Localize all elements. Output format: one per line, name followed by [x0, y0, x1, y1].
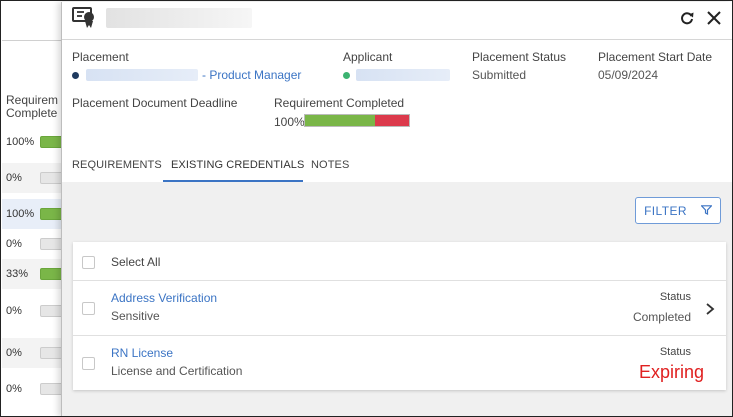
chevron-right-icon[interactable] [704, 302, 716, 316]
row-percent: 0% [6, 238, 22, 250]
tab-notes[interactable]: NOTES [303, 152, 357, 182]
row-percent: 100% [6, 208, 35, 220]
filter-label: FILTER [644, 203, 687, 218]
progress-complete-segment [305, 115, 375, 126]
credential-title-link[interactable]: Address Verification [111, 291, 217, 305]
drawer-title-redacted [106, 8, 252, 28]
requirement-progress-bar [304, 114, 410, 127]
credential-badge-icon [72, 6, 98, 30]
credential-status-label: Status [659, 291, 691, 303]
credential-category: Sensitive [111, 309, 160, 323]
background-list: Requirem Complete 100% 0% 100% 0% 33% 0% [2, 2, 64, 416]
row-percent: 0% [6, 347, 22, 359]
document-deadline-label: Placement Document Deadline [72, 96, 238, 110]
select-all-label: Select All [111, 255, 161, 269]
background-row[interactable]: 100% [2, 127, 64, 157]
background-row[interactable]: 0% [2, 296, 64, 326]
close-icon[interactable] [704, 8, 724, 28]
placement-dot [72, 72, 79, 79]
credential-category: License and Certification [111, 364, 243, 378]
placement-start-date-value: 05/09/2024 [598, 68, 659, 82]
select-all-row: Select All [73, 242, 726, 281]
row-percent: 0% [6, 383, 22, 395]
requirement-completed-label: Requirement Completed [274, 96, 405, 110]
drawer-tabs: REQUIREMENTS EXISTING CREDENTIALS NOTES [62, 152, 732, 182]
credential-status-label: Status [659, 346, 691, 358]
tab-existing-credentials[interactable]: EXISTING CREDENTIALS [163, 152, 304, 182]
background-row[interactable]: 0% [2, 163, 64, 193]
placement-link[interactable]: - Product Manager [202, 68, 301, 82]
background-row[interactable]: 0% [2, 338, 64, 368]
applicant-name-redacted[interactable] [356, 69, 450, 81]
placement-status-label: Placement Status [472, 50, 567, 64]
select-all-checkbox[interactable] [82, 256, 95, 269]
credential-title-link[interactable]: RN License [111, 346, 173, 360]
requirement-completed-percent: 100% [274, 115, 305, 129]
applicant-label: Applicant [343, 50, 393, 64]
background-divider [2, 40, 64, 41]
credential-checkbox[interactable] [82, 302, 95, 315]
placement-start-date-label: Placement Start Date [598, 50, 713, 64]
refresh-icon[interactable] [677, 8, 697, 28]
credential-row[interactable]: Address Verification Sensitive Status Co… [73, 281, 726, 336]
background-row[interactable]: 0% [2, 374, 64, 404]
credential-status-value: Completed [632, 310, 691, 324]
screenshot-frame: Requirem Complete 100% 0% 100% 0% 33% 0% [0, 0, 733, 417]
credential-checkbox[interactable] [82, 357, 95, 370]
expiring-annotation: Expiring [639, 362, 705, 382]
background-row[interactable]: 33% [2, 259, 64, 289]
background-row[interactable]: 100% [2, 199, 64, 229]
background-column-header: Requirem Complete [6, 94, 66, 120]
drawer-header [62, 2, 732, 40]
credentials-card: Select All Address Verification Sensitiv… [73, 242, 726, 390]
placement-label: Placement [72, 50, 129, 64]
row-percent: 33% [6, 268, 29, 280]
applicant-dot [343, 72, 350, 79]
progress-remaining-segment [375, 115, 409, 126]
filter-funnel-icon [700, 204, 713, 218]
placement-name-redacted [86, 69, 198, 81]
background-row[interactable]: 0% [2, 229, 64, 259]
placement-status-value: Submitted [472, 68, 527, 82]
tab-requirements[interactable]: REQUIREMENTS [64, 152, 170, 182]
filter-button[interactable]: FILTER [635, 197, 721, 224]
column-header-line-2: Complete [6, 106, 58, 120]
credential-row[interactable]: RN License License and Certification Sta… [73, 336, 726, 390]
placement-drawer: Placement - Product Manager Applicant Pl… [61, 2, 732, 416]
row-percent: 0% [6, 305, 22, 317]
credentials-content: FILTER Select All Address Verification S… [62, 182, 732, 416]
row-percent: 100% [6, 136, 35, 148]
row-percent: 0% [6, 172, 22, 184]
